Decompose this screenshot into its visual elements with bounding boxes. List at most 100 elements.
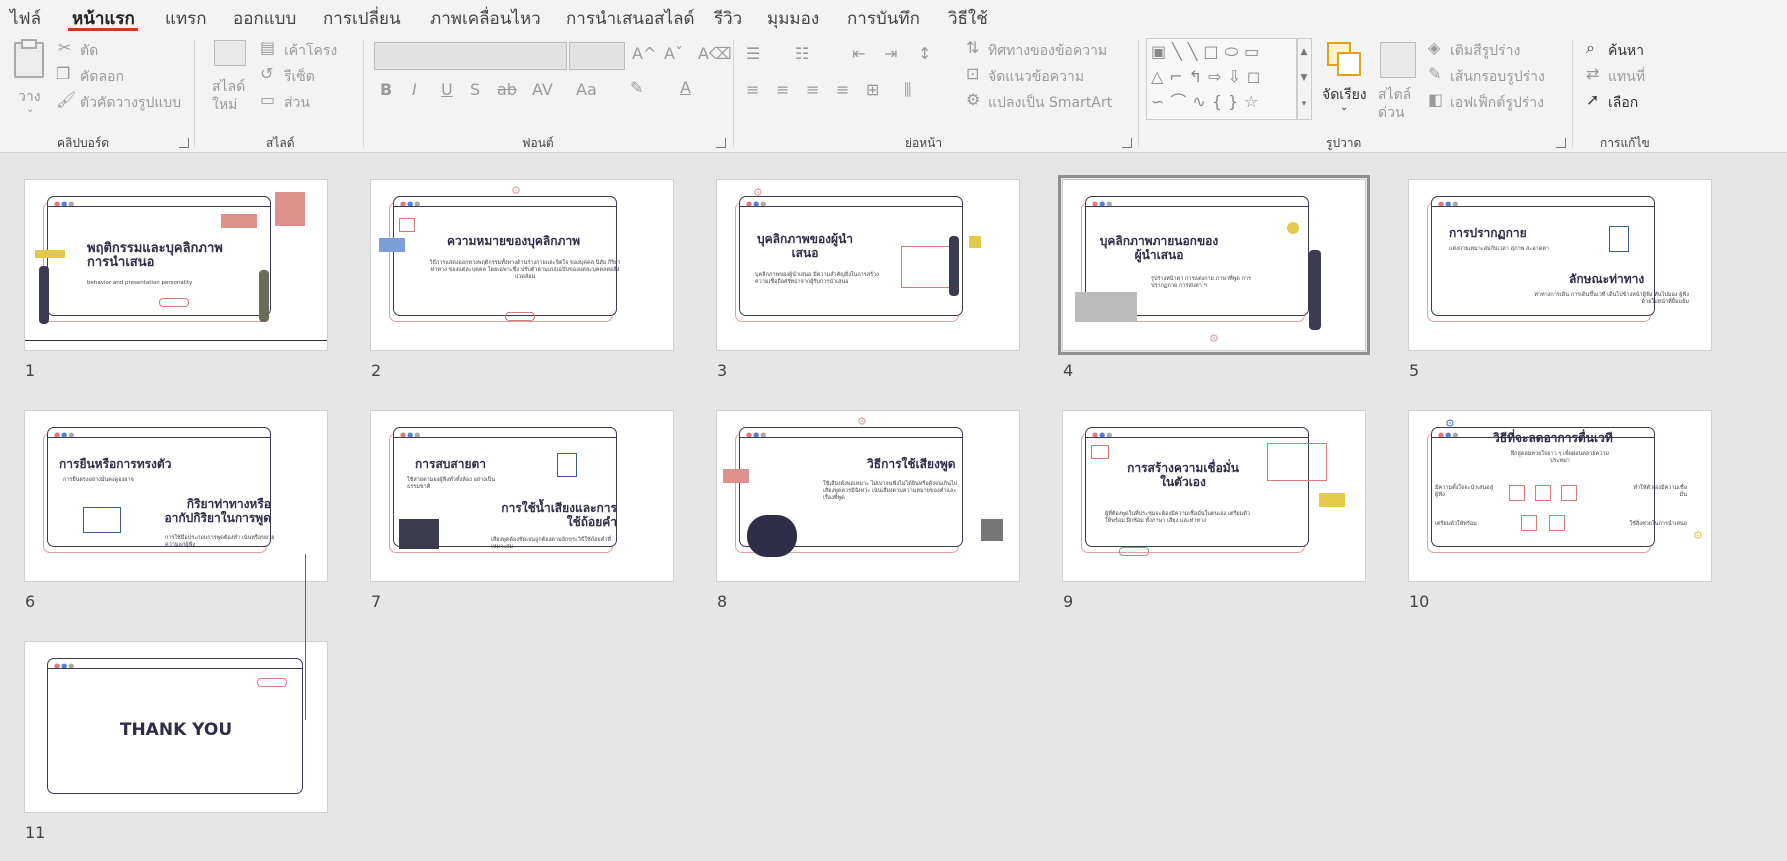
slide-thumbnail[interactable]: ●●● พฤติกรรมและบุคลิกภาพการนำเสนอ behavi… [24,179,328,351]
smartart-button[interactable]: แปลงเป็น SmartArt [988,92,1112,114]
text-direction-button[interactable]: ทิศทางของข้อความ [988,40,1107,62]
shapes-gallery[interactable]: ▣╲╲□⬭▭ △⌐↰⇨⇩◻ ∽⌒∿{}☆ [1146,38,1298,120]
section-button[interactable]: ส่วน [284,92,310,114]
slide-thumbnail[interactable]: ●●● ⚙ วิธีการใช้เสียงพูด ใช้เสียงดังพอเห… [716,410,1020,582]
diagram-icon [1509,485,1525,501]
shape-effects-button[interactable]: เอฟเฟ็กต์รูปร่าง [1450,92,1544,114]
font-launcher-icon[interactable] [716,138,726,148]
coin-icon [1287,222,1299,234]
font-color-icon[interactable]: A [680,80,691,96]
menu-review[interactable]: รีวิว [714,5,742,32]
clear-format-icon[interactable]: A⌫ [698,46,732,62]
person-icon [557,453,577,477]
increase-indent-icon[interactable]: ⇥ [884,46,897,62]
slide-thumbnail[interactable]: ●●● การสร้างความเชื่อมั่นในตัวเอง ผู้ที่… [1062,410,1366,582]
slide-thumbnail-selected[interactable]: ●●● บุคลิกภาพภายนอกของผู้นำเสนอ รูปร่างห… [1058,175,1370,355]
text-direction-icon: ⇅ [966,38,980,57]
slide-body: แต่งกายเหมาะสมกับเวลา สุภาพ สะอาดตา [1449,246,1549,252]
presentation-board-icon [83,507,121,533]
align-center-icon[interactable]: ≡ [776,82,789,98]
slide-thumbnail[interactable]: ●●● การสบสายตา ใช้สายตามองผู้ฟังทั่วทั้ง… [370,410,674,582]
menu-design[interactable]: ออกแบบ [233,5,296,32]
shadow-button[interactable]: S [470,82,480,98]
distribute-icon[interactable]: ⊞ [866,82,879,98]
gear-icon: ⚙ [857,415,867,428]
slide-thumbnail[interactable]: ●●● ⚙ วิธีที่จะลดอาการตื่นเวที ฝึกสูดลมห… [1408,410,1712,582]
copy-button[interactable]: คัดลอก [80,66,124,88]
cut-button[interactable]: ตัด [80,40,98,62]
select-button[interactable]: เลือก [1608,92,1638,114]
bold-button[interactable]: B [380,82,392,98]
menu-bar: ไฟล์ หน้าแรก แทรก ออกแบบ การเปลี่ยน ภาพเ… [0,0,1787,32]
align-right-icon[interactable]: ≡ [806,82,819,98]
shape-outline-icon: ✎ [1428,64,1442,83]
change-case-button[interactable]: Aa [576,82,597,98]
find-button[interactable]: ค้นหา [1608,40,1644,62]
paste-dropdown-icon: ⌄ [26,104,35,115]
frame-bar [740,437,962,438]
desk-person-illustration [399,519,439,549]
align-left-icon[interactable]: ≡ [746,82,759,98]
highlight-icon[interactable]: ✎ [630,80,643,96]
justify-icon[interactable]: ≡ [836,82,849,98]
line-spacing-icon[interactable]: ↕ [918,46,931,62]
floor-line [25,340,327,341]
decrease-font-icon[interactable]: Aˇ [664,46,683,62]
columns-icon[interactable]: ⫼ [904,82,911,98]
strikethrough-button[interactable]: ab [497,82,517,98]
shape-outline-button[interactable]: เส้นกรอบรูปร่าง [1450,66,1545,88]
increase-font-icon[interactable]: A^ [632,46,656,62]
menu-recording[interactable]: การบันทึก [847,5,920,32]
clipboard-group-label: คลิปบอร์ด [57,136,110,150]
slide-title: ความหมายของบุคลิกภาพ [447,234,581,248]
gallery-scroll[interactable]: ▲ ▼ ▾ [1296,38,1312,120]
shape-fill-button[interactable]: เติมสีรูปร่าง [1450,40,1520,62]
slide-body: ฝึกสูดลมหายใจยาว ๆ เพื่อผ่อนคลายความประห… [1510,451,1610,464]
slide-thumbnail[interactable]: ●●● การปรากฏกาย แต่งกายเหมาะสมกับเวลา สุ… [1408,179,1712,351]
layout-button[interactable]: เค้าโครง [284,40,337,62]
font-size-dropdown[interactable] [569,42,625,70]
section-icon: ▭ [260,90,276,109]
doc-illustration [275,192,305,226]
numbering-icon[interactable]: ☷ [795,46,809,62]
menu-slideshow[interactable]: การนำเสนอสไลด์ [566,5,695,32]
shape-fill-icon: ◈ [1428,38,1441,57]
quick-styles-label-2[interactable]: ด่วน [1378,102,1405,124]
clipboard-launcher-icon[interactable] [179,138,189,148]
paragraph-launcher-icon[interactable] [1122,138,1132,148]
menu-view[interactable]: มุมมอง [767,5,819,32]
copy-icon: ❐ [56,64,71,83]
slide-title-2: กิริยาท่าทางหรืออากัปกิริยาในการพูด [164,497,271,525]
slide-number: 5 [1409,361,1420,380]
active-tab-indicator [68,28,138,31]
menu-help[interactable]: วิธีใช้ [948,5,988,32]
menu-transitions[interactable]: การเปลี่ยน [323,5,401,32]
dots-pill [505,312,535,321]
scissors-icon: ✂ [58,38,72,57]
paragraph-group-label: ย่อหน้า [905,136,943,150]
underline-button[interactable]: U [441,82,453,98]
reset-button[interactable]: รีเซ็ต [284,66,315,88]
slide-title: พฤติกรรมและบุคลิกภาพการนำเสนอ [87,241,223,270]
menu-insert[interactable]: แทรก [165,5,207,32]
bullets-icon[interactable]: ☰ [746,46,760,62]
align-text-button[interactable]: จัดแนวข้อความ [988,66,1084,88]
slide-thumbnail[interactable]: ●●● การยืนหรือการทรงตัว การยืนตรงอย่างมั… [24,410,328,582]
menu-file[interactable]: ไฟล์ [10,5,41,32]
slide-thumbnail[interactable]: ●●● THANK YOU [24,641,328,813]
dots-pill [1119,547,1149,556]
slide-number: 1 [25,361,36,380]
char-spacing-button[interactable]: AV [532,82,553,98]
new-slide-label-2[interactable]: ใหม่ [212,94,237,116]
format-painter-button[interactable]: ตัวคัดวางรูปแบบ [80,92,181,114]
font-group-label: ฟอนต์ [522,136,554,150]
menu-animations[interactable]: ภาพเคลื่อนไหว [430,5,541,32]
slide-thumbnail[interactable]: ●●● ⚙ บุคลิกภาพของผู้นำเสนอ บุคลิกภาพของ… [716,179,1020,351]
arrange-icon-2 [1337,52,1361,76]
decrease-indent-icon[interactable]: ⇤ [852,46,865,62]
italic-button[interactable]: I [412,82,417,98]
replace-button[interactable]: แทนที่ [1608,66,1645,88]
slide-thumbnail[interactable]: ●●● ⚙ ความหมายของบุคลิกภาพ วิธีการแสดงออ… [370,179,674,351]
font-name-dropdown[interactable] [374,42,567,70]
drawing-launcher-icon[interactable] [1556,138,1566,148]
